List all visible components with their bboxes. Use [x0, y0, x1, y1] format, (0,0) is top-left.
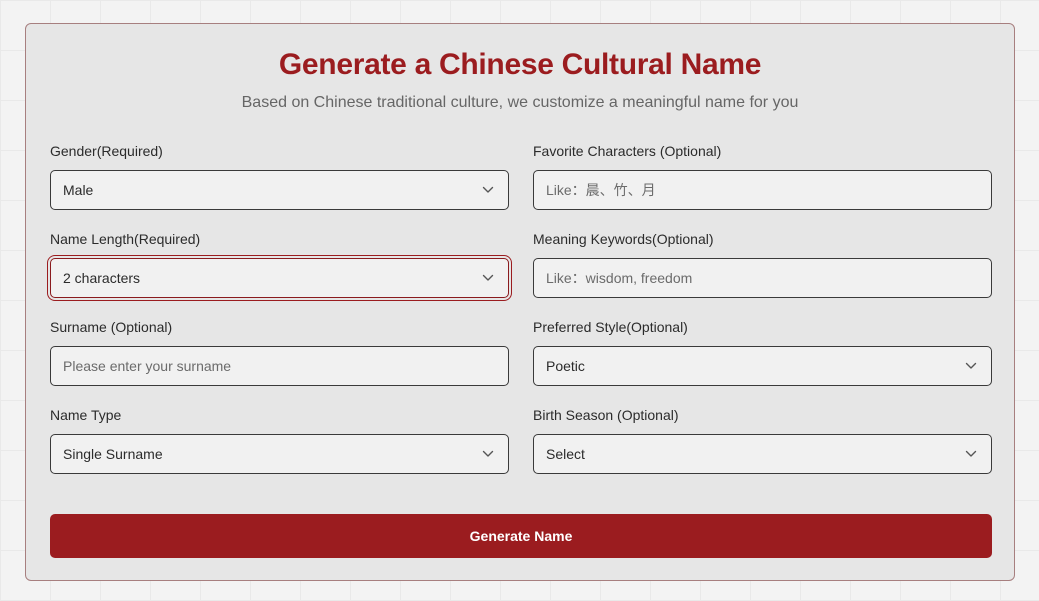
name-length-value: 2 characters	[63, 270, 141, 286]
name-length-label: Name Length(Required)	[50, 231, 201, 247]
meaning-keywords-placeholder: Like：wisdom, freedom	[546, 270, 693, 286]
chevron-down-icon	[482, 450, 494, 457]
name-generator-card: Generate a Chinese Cultural Name Based o…	[25, 23, 1015, 581]
surname-input[interactable]: Please enter your surname	[50, 346, 509, 386]
favorite-characters-input[interactable]: Like：晨、竹、月	[533, 170, 992, 210]
preferred-style-value: Poetic	[546, 358, 585, 374]
chevron-down-icon	[965, 362, 977, 369]
birth-season-select[interactable]: Select	[533, 434, 992, 474]
name-type-select[interactable]: Single Surname	[50, 434, 509, 474]
favorite-characters-label: Favorite Characters (Optional)	[533, 143, 722, 159]
gender-value: Male	[63, 182, 94, 198]
birth-season-label: Birth Season (Optional)	[533, 407, 679, 423]
page-title: Generate a Chinese Cultural Name	[278, 48, 762, 81]
surname-label: Surname (Optional)	[50, 319, 173, 335]
chevron-down-icon	[482, 186, 494, 193]
preferred-style-select[interactable]: Poetic	[533, 346, 992, 386]
chevron-down-icon	[482, 274, 494, 281]
meaning-keywords-label: Meaning Keywords(Optional)	[533, 231, 714, 247]
favorite-characters-placeholder: Like：晨、竹、月	[546, 182, 656, 198]
page-subtitle: Based on Chinese traditional culture, we…	[241, 94, 799, 111]
name-type-label: Name Type	[50, 407, 122, 423]
preferred-style-label: Preferred Style(Optional)	[533, 319, 688, 335]
gender-select[interactable]: Male	[50, 170, 509, 210]
birth-season-value: Select	[546, 446, 585, 462]
name-type-value: Single Surname	[63, 446, 163, 462]
name-length-select[interactable]: 2 characters	[50, 258, 509, 298]
gender-label: Gender(Required)	[50, 143, 163, 159]
chevron-down-icon	[965, 450, 977, 457]
generate-name-button[interactable]: Generate Name	[50, 514, 992, 558]
meaning-keywords-input[interactable]: Like：wisdom, freedom	[533, 258, 992, 298]
surname-placeholder: Please enter your surname	[63, 358, 232, 374]
